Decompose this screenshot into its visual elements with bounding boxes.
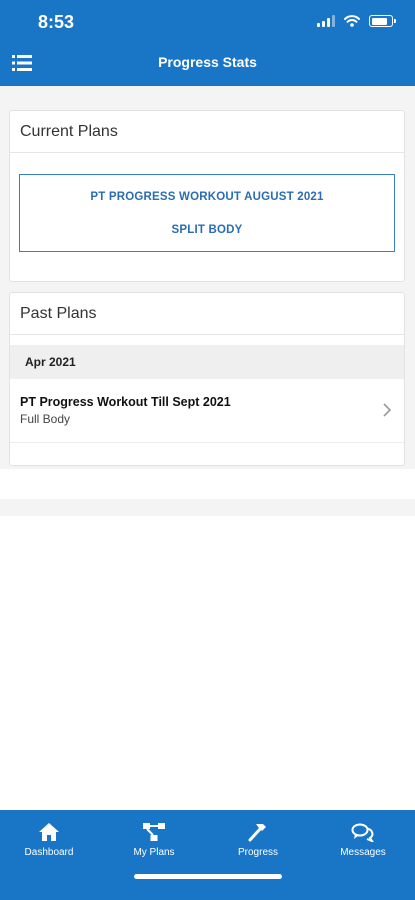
past-plans-group-header: Apr 2021: [10, 345, 404, 379]
page-title: Progress Stats: [158, 54, 257, 70]
battery-icon: [369, 15, 396, 27]
past-plan-name: PT Progress Workout Till Sept 2021: [20, 395, 231, 409]
past-plans-title: Past Plans: [10, 293, 404, 335]
status-time: 8:53: [38, 12, 75, 32]
plans-icon: [143, 823, 165, 841]
tab-my-plans[interactable]: My Plans: [102, 822, 206, 858]
current-plans-title: Current Plans: [10, 111, 404, 153]
current-plan-type: SPLIT BODY: [171, 223, 243, 236]
past-plan-row[interactable]: PT Progress Workout Till Sept 2021 Full …: [10, 379, 404, 443]
cellular-signal-icon: [317, 15, 335, 27]
wifi-icon: [344, 15, 360, 27]
current-plan-button[interactable]: PT PROGRESS WORKOUT AUGUST 2021 SPLIT BO…: [19, 174, 395, 252]
home-indicator: [134, 874, 282, 879]
tab-label: My Plans: [133, 847, 175, 858]
spacer: [0, 469, 415, 499]
current-plan-name: PT PROGRESS WORKOUT AUGUST 2021: [90, 190, 324, 203]
chevron-right-icon: [383, 403, 392, 417]
past-plans-card: Past Plans Apr 2021 PT Progress Workout …: [9, 292, 405, 466]
empty-area: [0, 516, 415, 810]
past-plan-type: Full Body: [20, 412, 71, 426]
tab-label: Messages: [340, 847, 386, 858]
home-icon: [39, 823, 59, 841]
app-header: 8:53 Progress Stats: [0, 0, 415, 86]
status-icons: [317, 15, 396, 27]
messages-icon: [351, 823, 374, 842]
tab-dashboard[interactable]: Dashboard: [0, 822, 101, 858]
tab-messages[interactable]: Messages: [311, 822, 415, 858]
tab-label: Dashboard: [24, 847, 74, 858]
current-plans-card: Current Plans PT PROGRESS WORKOUT AUGUST…: [9, 110, 405, 282]
hammer-icon: [248, 824, 266, 842]
tab-progress[interactable]: Progress: [206, 822, 310, 858]
tab-label: Progress: [237, 847, 278, 858]
bottom-tab-bar: Dashboard My Plans Progress Messages: [0, 810, 415, 900]
